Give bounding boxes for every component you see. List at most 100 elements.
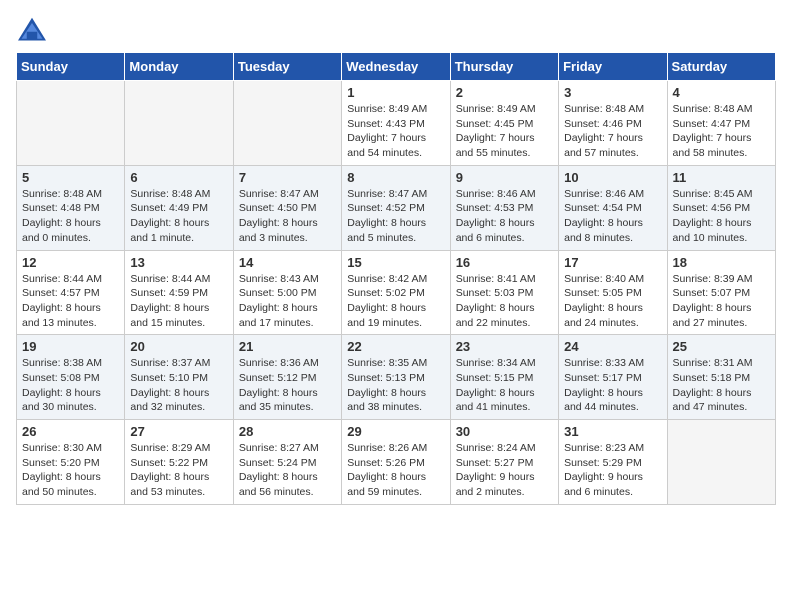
day-number: 9 [456,170,553,185]
day-number: 7 [239,170,336,185]
day-info: Sunrise: 8:41 AM Sunset: 5:03 PM Dayligh… [456,272,553,331]
day-info: Sunrise: 8:48 AM Sunset: 4:46 PM Dayligh… [564,102,661,161]
day-number: 27 [130,424,227,439]
day-info: Sunrise: 8:44 AM Sunset: 4:57 PM Dayligh… [22,272,119,331]
day-info: Sunrise: 8:23 AM Sunset: 5:29 PM Dayligh… [564,441,661,500]
weekday-header-wednesday: Wednesday [342,53,450,81]
calendar-cell: 25Sunrise: 8:31 AM Sunset: 5:18 PM Dayli… [667,335,775,420]
day-info: Sunrise: 8:38 AM Sunset: 5:08 PM Dayligh… [22,356,119,415]
calendar-cell: 8 Sunrise: 8:47 AM Sunset: 4:52 PM Daylig… [342,165,450,250]
weekday-header-sunday: Sunday [17,53,125,81]
calendar-cell: 19 Sunrise: 8:38 AM Sunset: 5:08 PM Dayli… [17,335,125,420]
day-number: 19 [22,339,119,354]
calendar-cell: 1 Sunrise: 8:49 AM Sunset: 4:43 PM Daylig… [342,81,450,166]
calendar-week-5: 26 Sunrise: 8:30 AM Sunset: 5:20 PM Dayli… [17,420,776,505]
calendar-cell: 15 Sunrise: 8:42 AM Sunset: 5:02 PM Dayli… [342,250,450,335]
weekday-header-friday: Friday [559,53,667,81]
calendar-cell: 28 Sunrise: 8:27 AM Sunset: 5:24 PM Dayli… [233,420,341,505]
day-number: 13 [130,255,227,270]
calendar-body: 1 Sunrise: 8:49 AM Sunset: 4:43 PM Daylig… [17,81,776,505]
day-info: Sunrise: 8:37 AM Sunset: 5:10 PM Dayligh… [130,356,227,415]
calendar-cell: 26 Sunrise: 8:30 AM Sunset: 5:20 PM Dayli… [17,420,125,505]
calendar-table: SundayMondayTuesdayWednesdayThursdayFrid… [16,52,776,505]
day-number: 16 [456,255,553,270]
day-number: 11 [673,170,770,185]
weekday-header-saturday: Saturday [667,53,775,81]
day-info: Sunrise: 8:46 AM Sunset: 4:53 PM Dayligh… [456,187,553,246]
weekday-header-tuesday: Tuesday [233,53,341,81]
calendar-cell [125,81,233,166]
calendar-cell: 23 Sunrise: 8:34 AM Sunset: 5:15 PM Dayli… [450,335,558,420]
calendar-cell: 5 Sunrise: 8:48 AM Sunset: 4:48 PM Daylig… [17,165,125,250]
calendar-cell: 9 Sunrise: 8:46 AM Sunset: 4:53 PM Daylig… [450,165,558,250]
calendar-cell: 16 Sunrise: 8:41 AM Sunset: 5:03 PM Dayli… [450,250,558,335]
calendar-cell: 10Sunrise: 8:46 AM Sunset: 4:54 PM Dayli… [559,165,667,250]
day-number: 30 [456,424,553,439]
calendar-cell: 11 Sunrise: 8:45 AM Sunset: 4:56 PM Dayli… [667,165,775,250]
day-info: Sunrise: 8:48 AM Sunset: 4:48 PM Dayligh… [22,187,119,246]
day-info: Sunrise: 8:26 AM Sunset: 5:26 PM Dayligh… [347,441,444,500]
day-number: 2 [456,85,553,100]
day-info: Sunrise: 8:33 AM Sunset: 5:17 PM Dayligh… [564,356,661,415]
day-info: Sunrise: 8:49 AM Sunset: 4:45 PM Dayligh… [456,102,553,161]
calendar-week-1: 1 Sunrise: 8:49 AM Sunset: 4:43 PM Daylig… [17,81,776,166]
calendar-cell: 29 Sunrise: 8:26 AM Sunset: 5:26 PM Dayli… [342,420,450,505]
calendar-cell [233,81,341,166]
day-info: Sunrise: 8:48 AM Sunset: 4:47 PM Dayligh… [673,102,770,161]
day-number: 10 [564,170,661,185]
weekday-header-monday: Monday [125,53,233,81]
calendar-header: SundayMondayTuesdayWednesdayThursdayFrid… [17,53,776,81]
day-number: 8 [347,170,444,185]
day-info: Sunrise: 8:39 AM Sunset: 5:07 PM Dayligh… [673,272,770,331]
day-info: Sunrise: 8:47 AM Sunset: 4:50 PM Dayligh… [239,187,336,246]
calendar-cell: 13 Sunrise: 8:44 AM Sunset: 4:59 PM Dayli… [125,250,233,335]
day-info: Sunrise: 8:30 AM Sunset: 5:20 PM Dayligh… [22,441,119,500]
calendar-cell: 3 Sunrise: 8:48 AM Sunset: 4:46 PM Daylig… [559,81,667,166]
day-info: Sunrise: 8:44 AM Sunset: 4:59 PM Dayligh… [130,272,227,331]
day-number: 25 [673,339,770,354]
weekday-row: SundayMondayTuesdayWednesdayThursdayFrid… [17,53,776,81]
day-info: Sunrise: 8:40 AM Sunset: 5:05 PM Dayligh… [564,272,661,331]
weekday-header-thursday: Thursday [450,53,558,81]
day-number: 23 [456,339,553,354]
day-number: 17 [564,255,661,270]
day-number: 26 [22,424,119,439]
day-info: Sunrise: 8:49 AM Sunset: 4:43 PM Dayligh… [347,102,444,161]
calendar-week-4: 19 Sunrise: 8:38 AM Sunset: 5:08 PM Dayli… [17,335,776,420]
calendar-cell: 22 Sunrise: 8:35 AM Sunset: 5:13 PM Dayli… [342,335,450,420]
day-number: 21 [239,339,336,354]
day-number: 12 [22,255,119,270]
day-number: 18 [673,255,770,270]
day-info: Sunrise: 8:27 AM Sunset: 5:24 PM Dayligh… [239,441,336,500]
day-info: Sunrise: 8:24 AM Sunset: 5:27 PM Dayligh… [456,441,553,500]
calendar-week-3: 12 Sunrise: 8:44 AM Sunset: 4:57 PM Dayli… [17,250,776,335]
calendar-cell: 6 Sunrise: 8:48 AM Sunset: 4:49 PM Daylig… [125,165,233,250]
day-number: 28 [239,424,336,439]
logo-icon [16,16,48,44]
calendar-cell: 30 Sunrise: 8:24 AM Sunset: 5:27 PM Dayli… [450,420,558,505]
calendar-cell: 7 Sunrise: 8:47 AM Sunset: 4:50 PM Daylig… [233,165,341,250]
day-info: Sunrise: 8:42 AM Sunset: 5:02 PM Dayligh… [347,272,444,331]
day-number: 14 [239,255,336,270]
day-info: Sunrise: 8:43 AM Sunset: 5:00 PM Dayligh… [239,272,336,331]
day-number: 15 [347,255,444,270]
day-info: Sunrise: 8:34 AM Sunset: 5:15 PM Dayligh… [456,356,553,415]
calendar-cell [667,420,775,505]
day-number: 5 [22,170,119,185]
day-number: 24 [564,339,661,354]
calendar-cell [17,81,125,166]
day-number: 20 [130,339,227,354]
calendar-cell: 14 Sunrise: 8:43 AM Sunset: 5:00 PM Dayli… [233,250,341,335]
day-info: Sunrise: 8:48 AM Sunset: 4:49 PM Dayligh… [130,187,227,246]
day-number: 1 [347,85,444,100]
day-number: 22 [347,339,444,354]
calendar-week-2: 5 Sunrise: 8:48 AM Sunset: 4:48 PM Daylig… [17,165,776,250]
day-number: 29 [347,424,444,439]
day-info: Sunrise: 8:45 AM Sunset: 4:56 PM Dayligh… [673,187,770,246]
day-number: 6 [130,170,227,185]
calendar-cell: 24 Sunrise: 8:33 AM Sunset: 5:17 PM Dayli… [559,335,667,420]
calendar-cell: 21Sunrise: 8:36 AM Sunset: 5:12 PM Dayli… [233,335,341,420]
day-info: Sunrise: 8:35 AM Sunset: 5:13 PM Dayligh… [347,356,444,415]
day-number: 3 [564,85,661,100]
day-info: Sunrise: 8:47 AM Sunset: 4:52 PM Dayligh… [347,187,444,246]
